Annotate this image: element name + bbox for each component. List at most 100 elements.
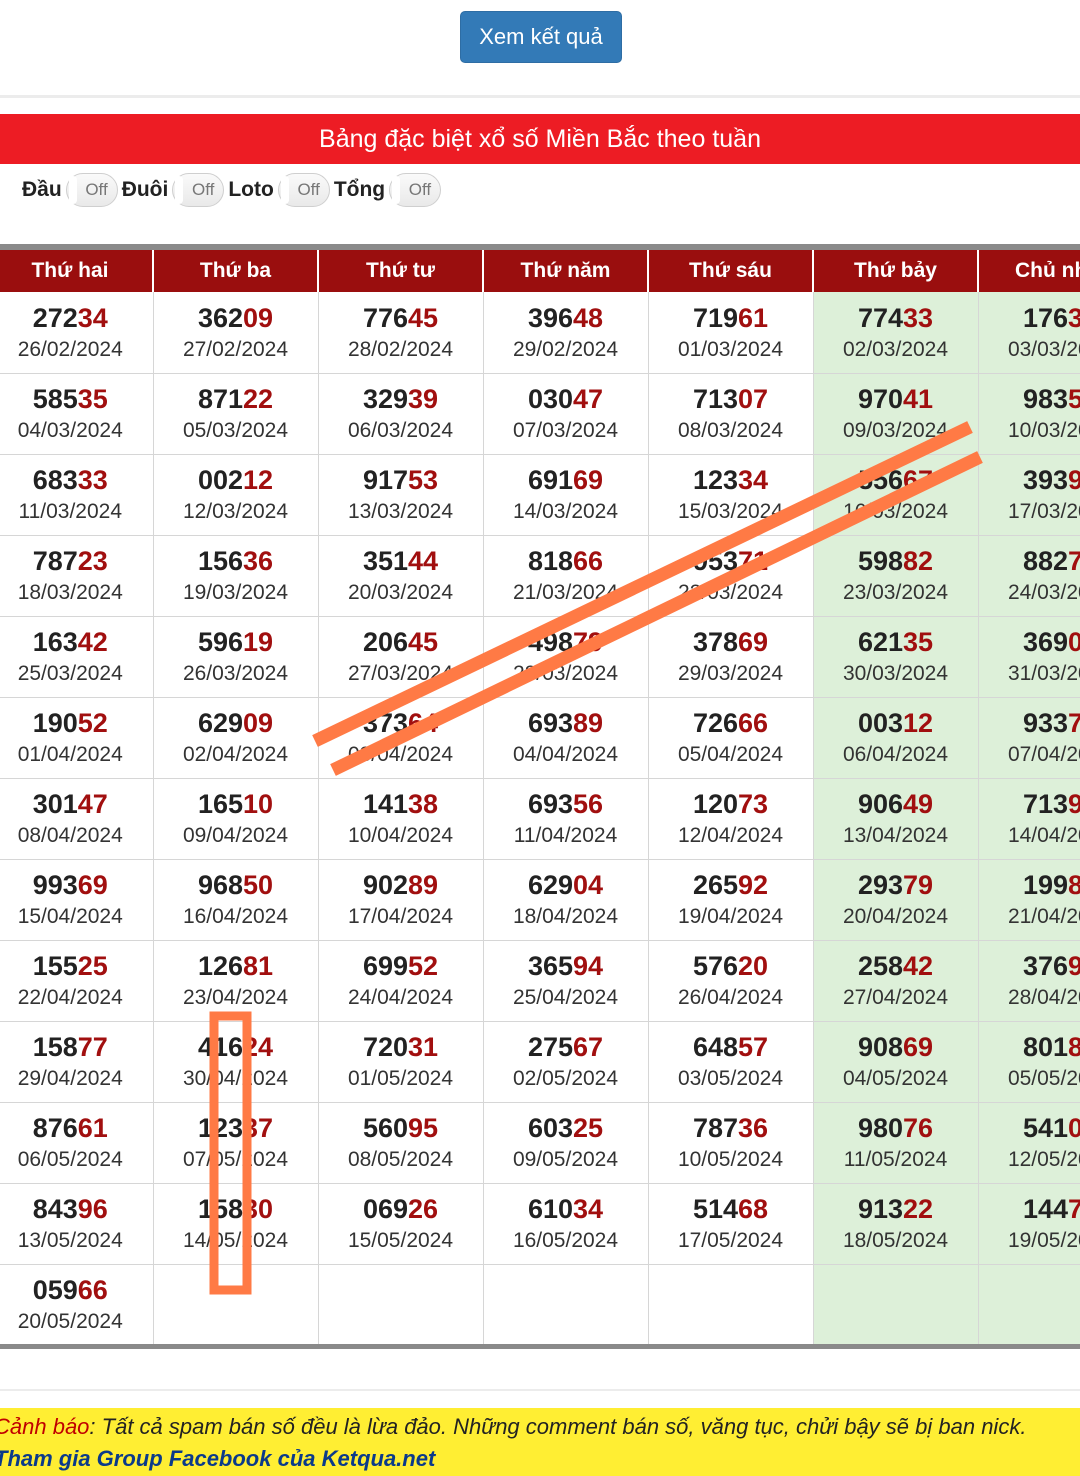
result-cell: 39648 29/02/2024 (483, 292, 649, 374)
facebook-group-link[interactable]: Tham gia Group Facebook của Ketqua.net (0, 1446, 435, 1472)
number-head-digits: 158 (32, 1032, 78, 1062)
result-cell: 16342 25/03/2024 (0, 616, 154, 698)
table-header-row: Thứ hai Thứ ba Thứ tư Thứ năm Thứ sáu Thứ bảy… (0, 250, 1080, 292)
draw-date: 10/05/2024 (677, 1148, 784, 1171)
number-head-digits: 120 (692, 789, 738, 819)
result-cell: 37869 29/03/2024 (648, 616, 814, 698)
result-cell: 72031 01/05/2024 (318, 1021, 484, 1103)
special-prize-number: 95371 (649, 546, 813, 576)
switch-knob (392, 176, 401, 204)
number-head-digits: 818 (527, 546, 573, 576)
number-head-digits: 629 (197, 708, 243, 738)
number-head-digits: 396 (527, 302, 573, 333)
number-tail-digits: 79 (573, 627, 604, 657)
result-cell: 12334 15/03/2024 (648, 454, 814, 536)
number-head-digits: 787 (692, 1113, 738, 1143)
result-cell: 20645 27/03/2024 (318, 616, 484, 698)
number-tail-digits: 10 (243, 789, 274, 819)
number-head-digits: 556 (857, 465, 903, 495)
draw-date: 08/04/2024 (17, 824, 123, 847)
number-head-digits: 378 (692, 627, 738, 657)
number-tail-digits: 48 (573, 302, 604, 333)
number-head-digits: 906 (857, 789, 903, 819)
special-prize-number: 99369 (0, 870, 153, 900)
result-cell: 71961 01/03/2024 (648, 292, 814, 374)
special-prize-number: 12073 (649, 789, 813, 819)
column-header: Thứ bảy (813, 250, 979, 292)
result-cell: 36209 27/02/2024 (153, 292, 319, 374)
result-cell: 69389 04/04/2024 (483, 697, 649, 779)
number-tail-digits: 33 (77, 465, 108, 495)
number-head-digits: 585 (32, 384, 78, 414)
result-cell: 37364 03/04/2024 (318, 697, 484, 779)
toggle-dau-switch[interactable]: Off (65, 173, 118, 207)
result-cell: 16510 09/04/2024 (153, 778, 319, 860)
result-cell (978, 1264, 1080, 1346)
result-cell: 69952 24/04/2024 (318, 940, 484, 1022)
number-tail-digits: 82 (903, 546, 934, 576)
table-row: 78723 18/03/2024 15636 19/03/2024 35144 20/03… (0, 535, 1080, 617)
result-cell: 36900 31/03/2024 (978, 616, 1080, 698)
result-cell: 62904 18/04/2024 (483, 859, 649, 941)
result-cell: 98355 10/03/2024 (978, 373, 1080, 455)
number-tail-digits: 69 (77, 870, 108, 900)
number-tail-digits: 36 (738, 1113, 769, 1143)
special-prize-number: 72031 (319, 1032, 483, 1062)
number-head-digits: 376 (1022, 951, 1068, 981)
special-prize-number: 91753 (319, 465, 483, 495)
draw-date: 22/04/2024 (17, 986, 123, 1009)
number-head-digits: 917 (362, 465, 408, 495)
toggle-loto-switch[interactable]: Off (277, 173, 330, 207)
special-prize-number: 69952 (319, 951, 483, 981)
special-prize-number: 00312 (814, 708, 978, 738)
special-prize-number: 15636 (154, 546, 318, 576)
draw-date: 20/04/2024 (842, 905, 949, 928)
number-head-digits: 787 (32, 546, 78, 576)
draw-date: 23/03/2024 (842, 581, 949, 604)
number-head-digits: 498 (527, 627, 573, 657)
draw-date: 17/03/2024 (1007, 500, 1080, 523)
result-cell: 78736 10/05/2024 (648, 1102, 814, 1184)
table-row: 30147 08/04/2024 16510 09/04/2024 14138 10/04… (0, 778, 1080, 860)
number-tail-digits: 09 (243, 302, 274, 333)
number-tail-digits: 41 (903, 384, 934, 414)
divider (0, 95, 1080, 98)
number-head-digits: 541 (1022, 1113, 1068, 1143)
number-tail-digits: 20 (738, 951, 769, 981)
number-tail-digits: 95 (408, 1113, 439, 1143)
table-bottom-border (0, 1344, 1080, 1349)
column-header: Chủ nhật (978, 250, 1080, 292)
warning-text: : Tất cả spam bán số đều là lừa đảo. Nhữ… (89, 1414, 1027, 1439)
special-prize-number: 12681 (154, 951, 318, 981)
number-head-digits: 596 (197, 627, 243, 657)
toggle-tong-switch[interactable]: Off (389, 173, 442, 207)
special-prize-number: 62909 (154, 708, 318, 738)
special-prize-number: 62904 (484, 870, 648, 900)
toggle-duoi-switch[interactable]: Off (172, 173, 225, 207)
draw-date: 18/04/2024 (512, 905, 619, 928)
column-header: Thứ năm (483, 250, 649, 292)
number-tail-digits: 81 (243, 951, 274, 981)
result-cell (153, 1264, 319, 1346)
number-head-digits: 576 (692, 951, 738, 981)
result-cell: 56095 08/05/2024 (318, 1102, 484, 1184)
draw-date: 07/04/2024 (1007, 743, 1080, 766)
result-cell: 87122 05/03/2024 (153, 373, 319, 455)
draw-date: 21/03/2024 (512, 581, 619, 604)
draw-date: 01/03/2024 (677, 337, 784, 361)
table-row: 16342 25/03/2024 59619 26/03/2024 20645 27/03… (0, 616, 1080, 698)
number-tail-digits: 19 (243, 627, 274, 657)
draw-date: 12/03/2024 (182, 500, 289, 523)
result-cell: 35144 20/03/2024 (318, 535, 484, 617)
draw-date: 03/04/2024 (347, 743, 454, 766)
result-cell (318, 1264, 484, 1346)
view-results-button[interactable]: Xem kết quả (460, 11, 622, 63)
divider (0, 1389, 1080, 1391)
number-head-digits: 621 (857, 627, 903, 657)
switch-state: Off (408, 180, 432, 199)
number-head-digits: 369 (1022, 627, 1068, 657)
number-head-digits: 560 (362, 1113, 408, 1143)
special-prize-number: 36900 (979, 627, 1080, 657)
result-cell: 49879 28/03/2024 (483, 616, 649, 698)
result-cell: 19052 01/04/2024 (0, 697, 154, 779)
